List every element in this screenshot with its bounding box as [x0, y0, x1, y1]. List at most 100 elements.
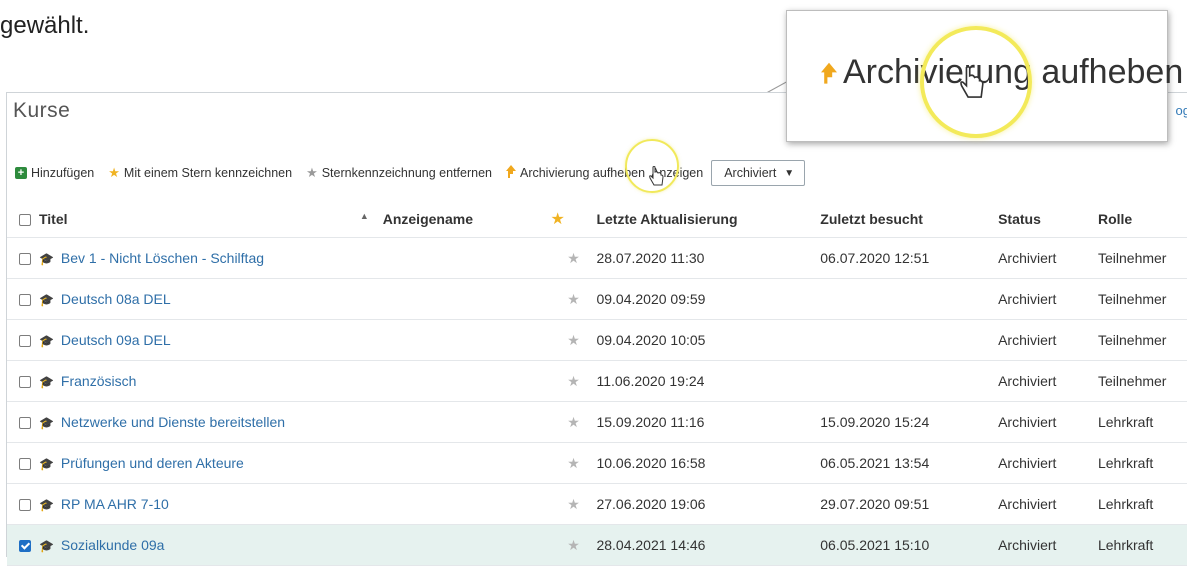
row-checkbox[interactable]	[19, 540, 31, 553]
table-row[interactable]: 🎓 Deutsch 08a DEL ★ 09.04.2020 09:59 Archivi…	[7, 278, 1187, 320]
star-icon[interactable]: ★	[567, 373, 580, 389]
row-title-cell: 🎓 Deutsch 09a DEL	[38, 319, 383, 361]
row-checkbox[interactable]	[19, 417, 31, 430]
course-link[interactable]: Französisch	[61, 373, 136, 389]
row-status: Archiviert	[998, 319, 1098, 361]
star-icon[interactable]: ★	[567, 496, 580, 512]
select-all-checkbox[interactable]	[19, 214, 31, 227]
table-row[interactable]: 🎓 Prüfungen und deren Akteure ★ 10.06.2020 …	[7, 442, 1187, 484]
row-checkbox[interactable]	[19, 253, 31, 266]
course-link[interactable]: Bev 1 - Nicht Löschen - Schilftag	[61, 250, 264, 266]
star-outline-icon: ★	[306, 165, 318, 180]
star-button[interactable]: ★ Mit einem Stern kennzeichnen	[108, 165, 292, 181]
header-title[interactable]: Titel ▲	[38, 201, 383, 238]
row-display-name	[382, 319, 551, 361]
courses-panel: Kurse og + Hinzufügen ★ Mit einem Stern …	[6, 92, 1187, 566]
row-last-update: 09.04.2020 09:59	[596, 278, 821, 320]
header-last-update[interactable]: Letzte Aktualisierung	[596, 201, 821, 238]
row-role: Lehrkraft	[1097, 483, 1187, 525]
row-status: Archiviert	[998, 401, 1098, 443]
star-icon[interactable]: ★	[567, 455, 580, 471]
filter-value: Archiviert	[724, 166, 777, 180]
header-last-visit[interactable]: Zuletzt besucht	[820, 201, 999, 238]
unstar-button[interactable]: ★ Sternkennzeichnung entfernen	[306, 165, 492, 181]
row-display-name	[382, 278, 551, 320]
table-row[interactable]: 🎓 Sozialkunde 09a ★ 28.04.2021 14:46 06.05.2…	[7, 524, 1187, 566]
course-link[interactable]: RP MA AHR 7-10	[61, 496, 169, 512]
table-header-row: Titel ▲ Anzeigename ★ Letzte Aktualisieru…	[7, 201, 1187, 238]
row-checkbox[interactable]	[19, 294, 31, 307]
row-last-visit	[820, 360, 999, 402]
course-link[interactable]: Netzwerke und Dienste bereitstellen	[61, 414, 285, 430]
star-icon[interactable]: ★	[567, 332, 580, 348]
row-role: Teilnehmer	[1097, 319, 1187, 361]
table-row[interactable]: 🎓 RP MA AHR 7-10 ★ 27.06.2020 19:06 29.07.20…	[7, 483, 1187, 525]
row-last-update: 09.04.2020 10:05	[596, 319, 821, 361]
row-status: Archiviert	[998, 278, 1098, 320]
panel-title: Kurse	[13, 99, 71, 122]
header-star[interactable]: ★	[550, 201, 597, 238]
row-last-visit: 06.05.2021 13:54	[820, 442, 999, 484]
row-status: Archiviert	[998, 237, 1098, 279]
header-display-name[interactable]: Anzeigename	[382, 201, 551, 238]
header-role[interactable]: Rolle	[1097, 201, 1187, 238]
row-checkbox[interactable]	[19, 499, 31, 512]
row-last-visit: 29.07.2020 09:51	[820, 483, 999, 525]
row-last-visit: 06.07.2020 12:51	[820, 237, 999, 279]
table-row[interactable]: 🎓 Bev 1 - Nicht Löschen - Schilftag ★ 28.07…	[7, 237, 1187, 279]
plus-square-icon: +	[15, 167, 27, 179]
row-title-cell: 🎓 Prüfungen und deren Akteure	[38, 442, 383, 484]
graduation-cap-icon: 🎓	[38, 539, 54, 553]
row-display-name	[382, 483, 551, 525]
row-status: Archiviert	[998, 524, 1098, 566]
row-select-cell	[7, 442, 39, 484]
sort-asc-icon: ▲	[359, 211, 369, 221]
row-last-update: 10.06.2020 16:58	[596, 442, 821, 484]
row-role: Teilnehmer	[1097, 237, 1187, 279]
row-display-name	[382, 401, 551, 443]
row-select-cell	[7, 524, 39, 566]
row-checkbox[interactable]	[19, 376, 31, 389]
star-icon[interactable]: ★	[567, 291, 580, 307]
course-link[interactable]: Deutsch 09a DEL	[61, 332, 171, 348]
row-last-visit: 06.05.2021 15:10	[820, 524, 999, 566]
row-status: Archiviert	[998, 360, 1098, 402]
star-icon[interactable]: ★	[567, 414, 580, 430]
row-display-name	[382, 360, 551, 402]
table-row[interactable]: 🎓 Französisch ★ 11.06.2020 19:24 Archiviert T…	[7, 360, 1187, 402]
row-last-update: 15.09.2020 11:16	[596, 401, 821, 443]
row-select-cell	[7, 319, 39, 361]
row-star-cell: ★	[550, 442, 597, 484]
row-title-cell: 🎓 Bev 1 - Nicht Löschen - Schilftag	[38, 237, 383, 279]
graduation-cap-icon: 🎓	[38, 457, 54, 471]
row-role: Lehrkraft	[1097, 524, 1187, 566]
row-title-cell: 🎓 RP MA AHR 7-10	[38, 483, 383, 525]
graduation-cap-icon: 🎓	[38, 334, 54, 348]
row-star-cell: ★	[550, 524, 597, 566]
graduation-cap-icon: 🎓	[38, 498, 54, 512]
row-checkbox[interactable]	[19, 335, 31, 348]
filter-select[interactable]: Archiviert ▼	[711, 160, 806, 186]
course-link[interactable]: Deutsch 08a DEL	[61, 291, 171, 307]
row-last-visit: 15.09.2020 15:24	[820, 401, 999, 443]
row-status: Archiviert	[998, 483, 1098, 525]
header-status[interactable]: Status	[998, 201, 1098, 238]
row-title-cell: 🎓 Netzwerke und Dienste bereitstellen	[38, 401, 383, 443]
row-star-cell: ★	[550, 278, 597, 320]
course-link[interactable]: Sozialkunde 09a	[61, 537, 165, 553]
star-icon[interactable]: ★	[567, 250, 580, 266]
row-display-name	[382, 524, 551, 566]
row-checkbox[interactable]	[19, 458, 31, 471]
row-status: Archiviert	[998, 442, 1098, 484]
panel-right-link[interactable]: og	[1176, 103, 1187, 118]
courses-table: Titel ▲ Anzeigename ★ Letzte Aktualisieru…	[7, 201, 1187, 566]
table-row[interactable]: 🎓 Deutsch 09a DEL ★ 09.04.2020 10:05 Archivi…	[7, 319, 1187, 361]
star-icon[interactable]: ★	[567, 537, 580, 553]
graduation-cap-icon: 🎓	[38, 416, 54, 430]
table-row[interactable]: 🎓 Netzwerke und Dienste bereitstellen ★ 15.…	[7, 401, 1187, 443]
add-button[interactable]: + Hinzufügen	[15, 166, 94, 180]
arrow-up-icon	[821, 61, 837, 92]
row-title-cell: 🎓 Sozialkunde 09a	[38, 524, 383, 566]
header-title-label: Titel	[38, 211, 68, 227]
course-link[interactable]: Prüfungen und deren Akteure	[61, 455, 244, 471]
